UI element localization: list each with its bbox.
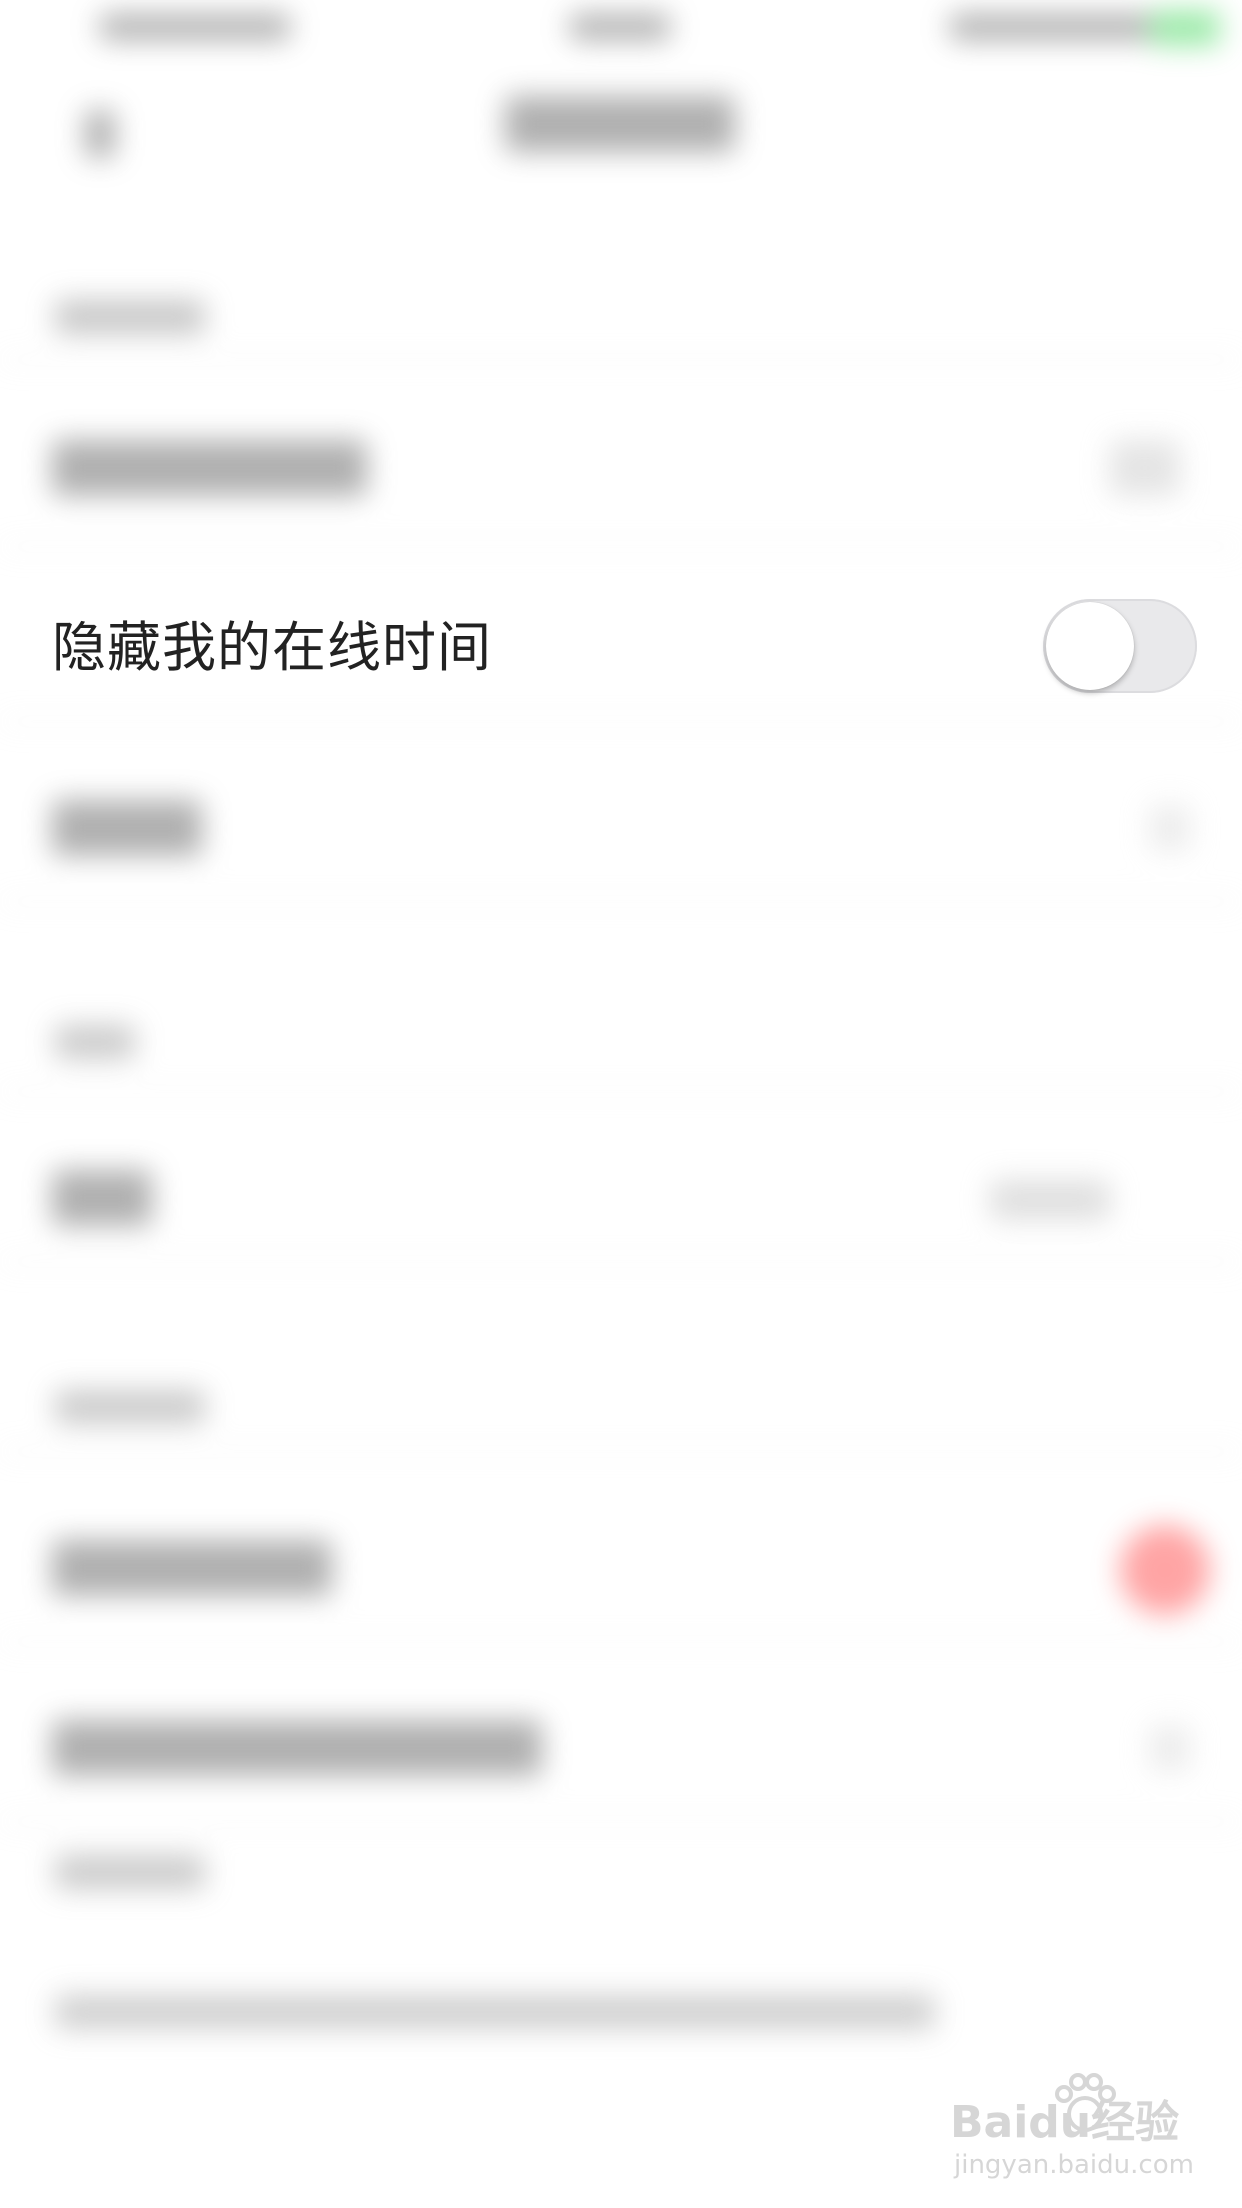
watermark-brand: Baidu经验 [950,2097,1180,2148]
hide-online-time-row: 隐藏我的在线时间 [0,585,1242,710]
nav-bar [0,60,1242,190]
watermark-url: jingyan.baidu.com [954,2150,1194,2180]
hide-online-time-toggle[interactable] [1043,599,1197,693]
baidu-watermark: Baidu经验 jingyan.baidu.com [950,2070,1210,2190]
toggle-knob [1046,602,1134,690]
blurred-background [0,0,1242,2208]
status-bar [0,0,1242,60]
hide-online-time-label: 隐藏我的在线时间 [52,616,492,679]
